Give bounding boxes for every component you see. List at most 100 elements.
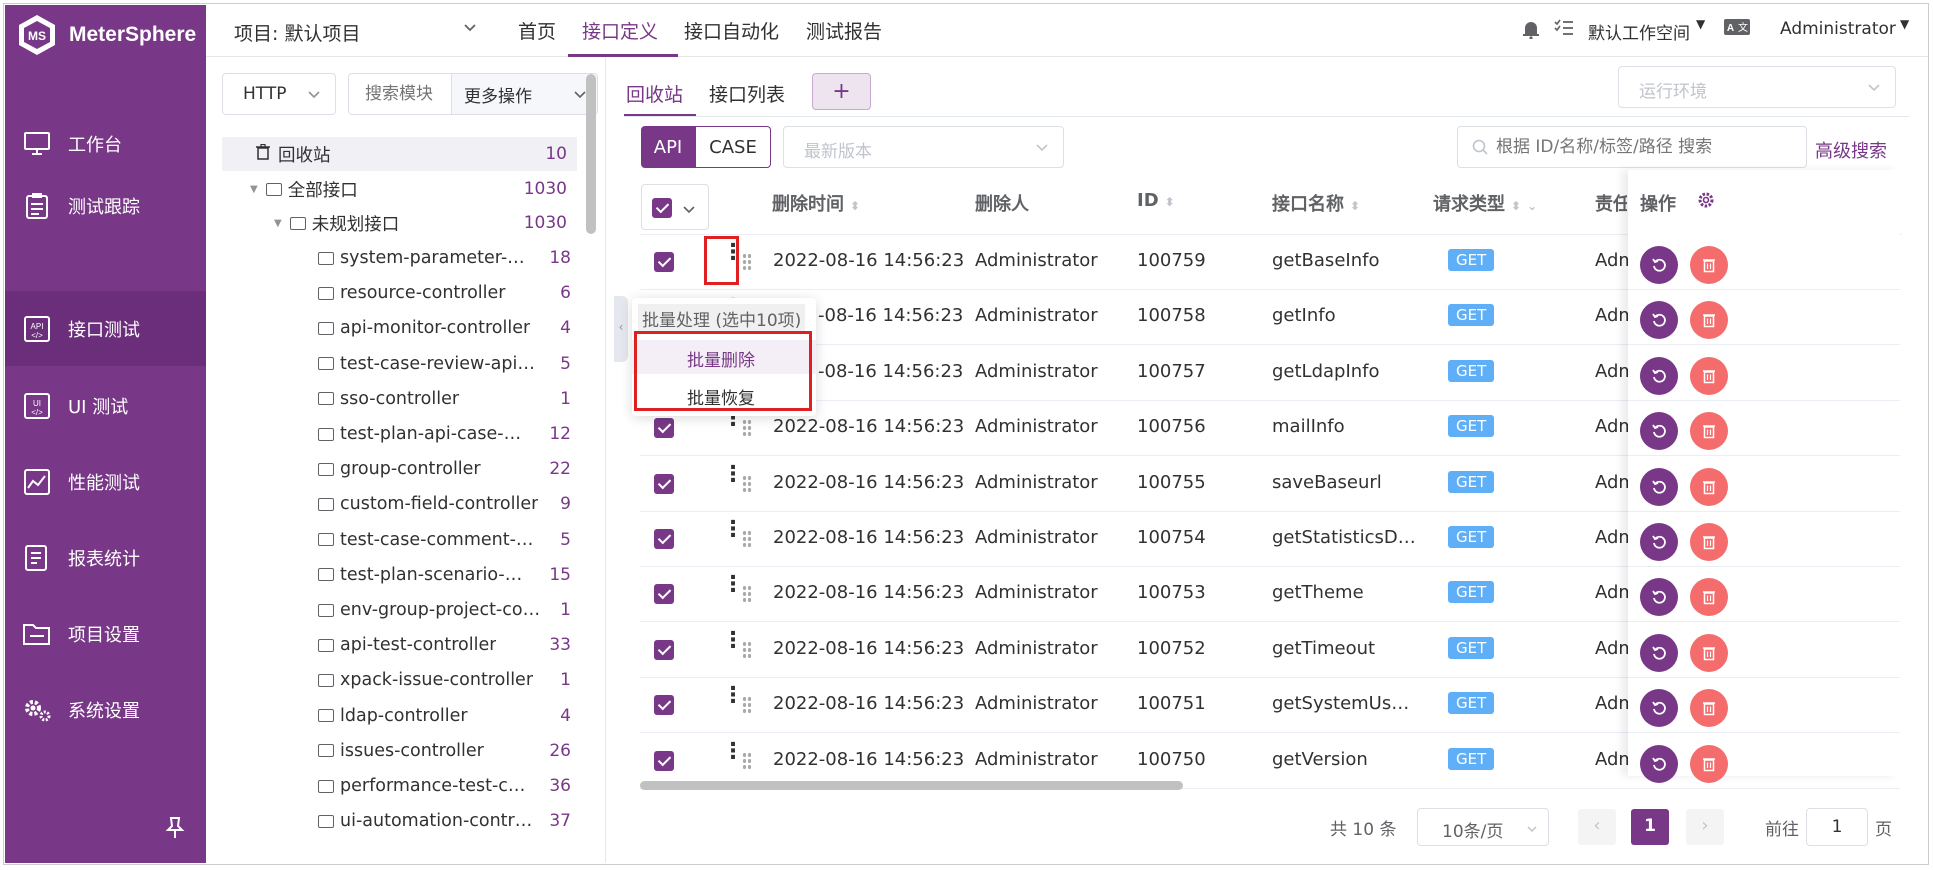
tree-node-module[interactable]: system-parameter-… 18 xyxy=(222,241,577,275)
delete-button[interactable] xyxy=(1690,689,1728,728)
table-h-scrollbar[interactable] xyxy=(640,781,1183,790)
tree-node-module[interactable]: test-plan-scenario-… 15 xyxy=(222,558,577,592)
row-checkbox[interactable] xyxy=(654,695,674,716)
delete-button[interactable] xyxy=(1690,633,1728,672)
row-checkbox[interactable] xyxy=(654,473,674,494)
api-search-input[interactable] xyxy=(1496,133,1796,161)
row-checkbox[interactable] xyxy=(654,584,674,605)
restore-button[interactable] xyxy=(1640,633,1678,672)
row-more-icon[interactable]: ⋮ xyxy=(722,519,744,541)
language-icon[interactable]: A文 xyxy=(1724,19,1750,40)
task-list-icon[interactable] xyxy=(1554,19,1574,42)
tree-node-all-apis[interactable]: ▼ 全部接口 1030 xyxy=(222,172,577,206)
tree-node-module[interactable]: test-case-review-api… 5 xyxy=(222,347,577,381)
nav-home[interactable]: 首页 xyxy=(518,17,556,44)
drag-handle-icon[interactable] xyxy=(742,530,752,548)
cell-api-name[interactable]: getSystemUs… xyxy=(1272,693,1409,714)
nav-api-definition[interactable]: 接口定义 xyxy=(582,17,658,44)
restore-button[interactable] xyxy=(1640,523,1678,561)
drag-handle-icon[interactable] xyxy=(742,253,752,271)
tree-node-module[interactable]: issues-controller 26 xyxy=(222,734,577,768)
caret-down-icon[interactable]: ▼ xyxy=(274,218,282,229)
toggle-case-button[interactable]: CASE xyxy=(695,126,771,168)
tree-node-module[interactable]: custom-field-controller 9 xyxy=(222,487,577,521)
tree-node-unplanned[interactable]: ▼ 未规划接口 1030 xyxy=(222,206,577,240)
tree-node-recycle-bin[interactable]: 回收站 10 xyxy=(222,137,577,171)
nav-test-report[interactable]: 测试报告 xyxy=(806,17,882,44)
restore-button[interactable] xyxy=(1640,246,1678,284)
caret-down-icon[interactable]: ▼ xyxy=(1900,17,1909,31)
goto-page-input[interactable]: 1 xyxy=(1806,808,1868,846)
cell-api-name[interactable]: mailInfo xyxy=(1272,416,1345,437)
env-select[interactable]: 运行环境 xyxy=(1618,66,1896,108)
advanced-search-link[interactable]: 高级搜索 xyxy=(1815,137,1887,163)
tree-node-module[interactable]: api-monitor-controller 4 xyxy=(222,311,577,345)
chevron-down-icon[interactable] xyxy=(462,19,478,40)
restore-button[interactable] xyxy=(1640,467,1678,506)
filter-icon[interactable]: ⌄ xyxy=(1527,199,1537,213)
row-more-icon[interactable]: ⋮ xyxy=(722,685,744,707)
toggle-api-button[interactable]: API xyxy=(641,126,695,168)
row-checkbox[interactable] xyxy=(654,529,674,549)
delete-button[interactable] xyxy=(1690,523,1728,561)
delete-button[interactable] xyxy=(1690,301,1728,340)
sidebar-item-project-settings[interactable]: 项目设置 xyxy=(5,596,206,671)
cell-api-name[interactable]: getLdapInfo xyxy=(1272,361,1380,382)
sidebar-item-report[interactable]: 报表统计 xyxy=(5,520,206,595)
restore-button[interactable] xyxy=(1640,412,1678,451)
tree-node-module[interactable]: test-case-comment-… 5 xyxy=(222,523,577,557)
row-more-icon[interactable]: ⋮ xyxy=(722,629,744,651)
workspace-selector[interactable]: 默认工作空间 xyxy=(1588,19,1690,44)
bell-icon[interactable] xyxy=(1522,19,1540,44)
delete-button[interactable] xyxy=(1690,356,1728,395)
drag-handle-icon[interactable] xyxy=(742,474,752,493)
tree-node-module[interactable]: group-controller 22 xyxy=(222,452,577,486)
restore-button[interactable] xyxy=(1640,578,1678,617)
tree-node-module[interactable]: ldap-controller 4 xyxy=(222,699,577,733)
row-more-icon[interactable]: ⋮ xyxy=(722,463,744,485)
tab-recycle-bin[interactable]: 回收站 xyxy=(626,80,683,107)
tree-node-module[interactable]: ui-automation-contr… 37 xyxy=(222,804,577,838)
select-all-checkbox[interactable] xyxy=(652,198,672,218)
row-more-icon[interactable]: ⋮ xyxy=(722,574,744,596)
row-more-icon[interactable]: ⋮ xyxy=(722,740,744,762)
user-menu[interactable]: Administrator xyxy=(1780,19,1896,39)
chevron-down-icon[interactable] xyxy=(682,200,696,221)
select-all-dropdown[interactable] xyxy=(641,184,709,230)
cell-api-name[interactable]: getInfo xyxy=(1272,305,1336,326)
tree-node-module[interactable]: resource-controller 6 xyxy=(222,276,577,310)
sort-icon[interactable]: ⬍ xyxy=(1165,195,1175,209)
tree-node-module[interactable]: api-test-controller 33 xyxy=(222,628,577,662)
tree-node-module[interactable]: test-plan-api-case-… 12 xyxy=(222,417,577,451)
drag-handle-icon[interactable] xyxy=(742,419,752,438)
sidebar-item-system-settings[interactable]: 系统设置 xyxy=(5,672,206,747)
protocol-select[interactable]: HTTP xyxy=(222,73,336,115)
pin-icon[interactable] xyxy=(165,816,185,845)
restore-button[interactable] xyxy=(1640,744,1678,783)
delete-button[interactable] xyxy=(1690,744,1728,783)
cell-api-name[interactable]: getTheme xyxy=(1272,582,1364,603)
restore-button[interactable] xyxy=(1640,689,1678,728)
collapse-tree-handle[interactable]: ‹ xyxy=(614,296,628,362)
drag-handle-icon[interactable] xyxy=(742,751,752,770)
sort-icon[interactable]: ⬍ xyxy=(850,199,860,213)
tree-node-module[interactable]: xpack-issue-controller 1 xyxy=(222,663,577,697)
project-selector[interactable]: 项目: 默认项目 xyxy=(234,19,360,46)
delete-button[interactable] xyxy=(1690,467,1728,506)
sort-icon[interactable]: ⬍ xyxy=(1511,199,1521,213)
drag-handle-icon[interactable] xyxy=(742,640,752,659)
caret-down-icon[interactable]: ▼ xyxy=(1696,17,1705,31)
prev-page-button[interactable]: ‹ xyxy=(1578,809,1616,845)
next-page-button[interactable]: › xyxy=(1686,809,1724,845)
tree-node-module[interactable]: env-group-project-co… 1 xyxy=(222,593,577,627)
restore-button[interactable] xyxy=(1640,356,1678,395)
cell-api-name[interactable]: getTimeout xyxy=(1272,638,1375,659)
tree-node-module[interactable]: performance-test-c… 36 xyxy=(222,769,577,803)
page-size-select[interactable]: 10条/页 xyxy=(1417,808,1549,846)
cell-api-name[interactable]: getVersion xyxy=(1272,749,1368,770)
version-select[interactable]: 最新版本 xyxy=(783,126,1064,168)
restore-button[interactable] xyxy=(1640,301,1678,340)
tree-scrollbar[interactable] xyxy=(586,74,596,234)
row-checkbox[interactable] xyxy=(654,639,674,660)
module-search-input[interactable] xyxy=(349,75,449,113)
